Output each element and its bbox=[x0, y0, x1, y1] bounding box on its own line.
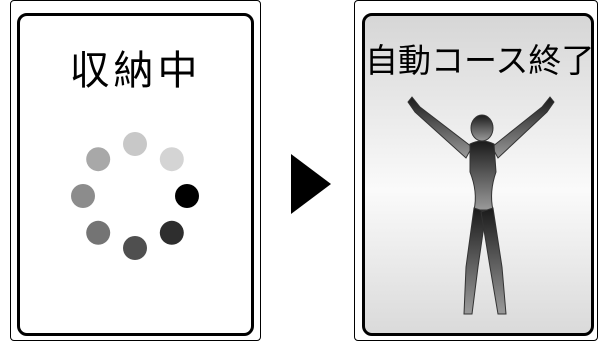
spinner-dot bbox=[175, 184, 199, 208]
course-complete-screen: 自動コース終了 bbox=[362, 13, 594, 336]
arrow-shape bbox=[291, 154, 331, 214]
spinner-dot bbox=[159, 147, 184, 172]
stretching-person-icon bbox=[407, 96, 555, 315]
spinner-dot bbox=[86, 220, 111, 245]
spinner-dot bbox=[159, 220, 184, 245]
play-arrow-icon bbox=[291, 154, 331, 214]
loading-spinner-icon bbox=[71, 132, 199, 260]
course-complete-label: 自動コース終了 bbox=[365, 41, 594, 80]
spinner-dot bbox=[123, 236, 147, 260]
figure-right-leg bbox=[480, 207, 507, 315]
spinner-dot bbox=[71, 184, 95, 208]
spinner-dot bbox=[123, 132, 147, 156]
storing-screen: 収納中 bbox=[17, 13, 254, 336]
figure-torso bbox=[469, 140, 497, 211]
storing-label: 収納中 bbox=[69, 48, 202, 94]
figure-right-arm bbox=[491, 96, 555, 159]
figure-left-arm bbox=[407, 96, 473, 159]
spinner-dot bbox=[86, 147, 111, 172]
figure-head bbox=[470, 114, 494, 142]
